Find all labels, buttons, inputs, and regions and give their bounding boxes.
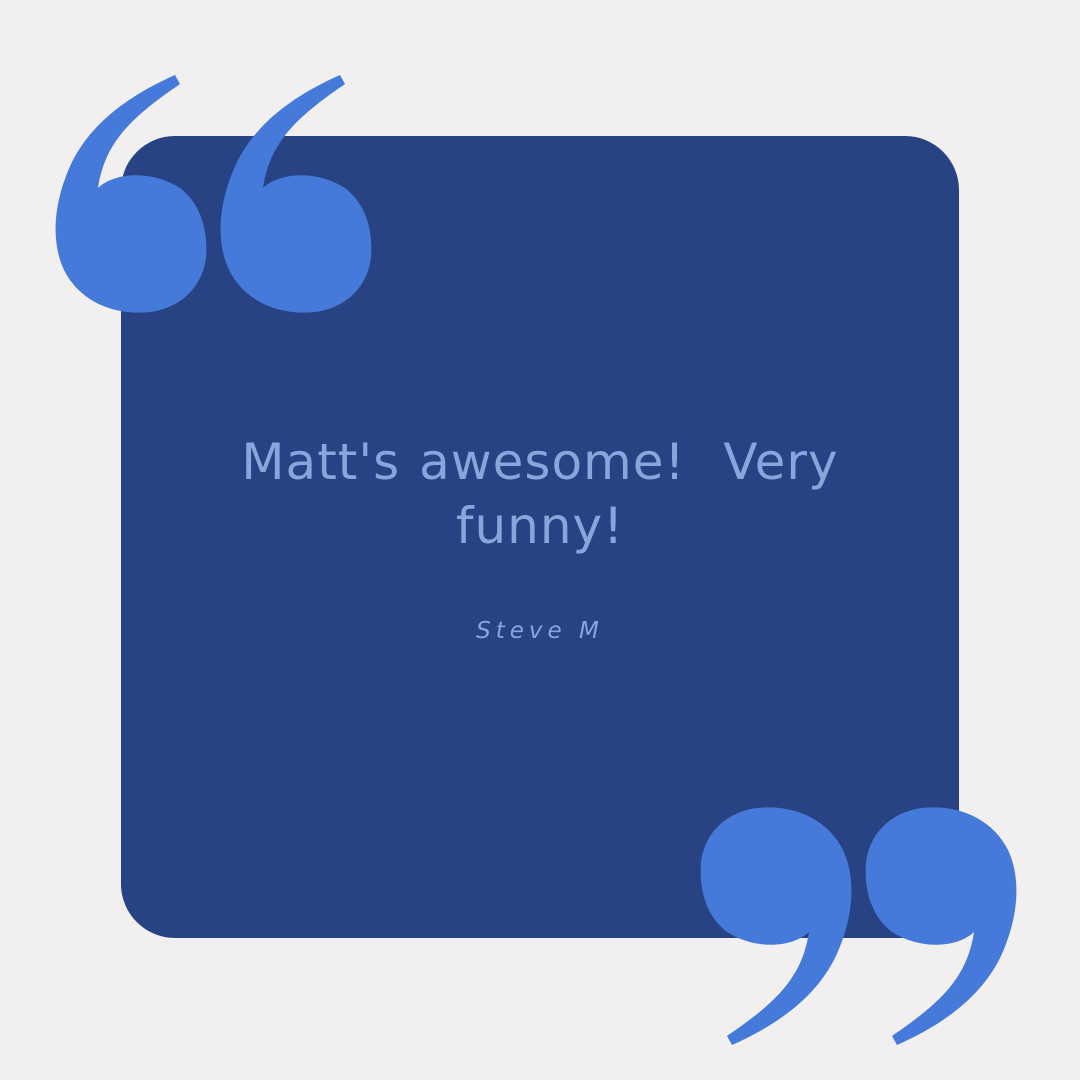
- testimonial-quote: Matt's awesome! Very funny!: [241, 433, 839, 555]
- testimonial-author: Steve M: [476, 618, 604, 644]
- close-quote-icon: [700, 807, 1017, 1045]
- open-quote-icon: [55, 75, 372, 313]
